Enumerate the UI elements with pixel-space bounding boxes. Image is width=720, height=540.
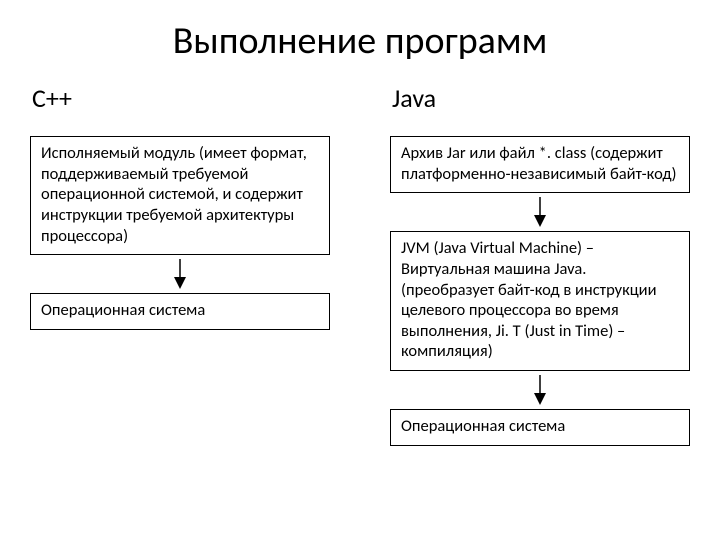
columns-container: C++ Исполняемый модуль (имеет формат, по… [30,82,690,446]
arrow-icon [30,259,330,289]
java-box-jar: Архив Jar или файл *. class (содержит пл… [390,136,690,193]
column-cpp: C++ Исполняемый модуль (имеет формат, по… [30,82,330,446]
slide-title: Выполнение программ [30,18,690,64]
cpp-box-os: Операционная система [30,293,330,330]
arrow-icon [390,375,690,405]
java-box-jvm: JVM (Java Virtual Machine) – Виртуальная… [390,231,690,371]
cpp-box-executable: Исполняемый модуль (имеет формат, поддер… [30,136,330,255]
java-box-os: Операционная система [390,409,690,446]
cpp-header: C++ [32,82,330,114]
arrow-icon [390,197,690,227]
java-header: Java [392,82,690,114]
column-java: Java Архив Jar или файл *. class (содерж… [390,82,690,446]
